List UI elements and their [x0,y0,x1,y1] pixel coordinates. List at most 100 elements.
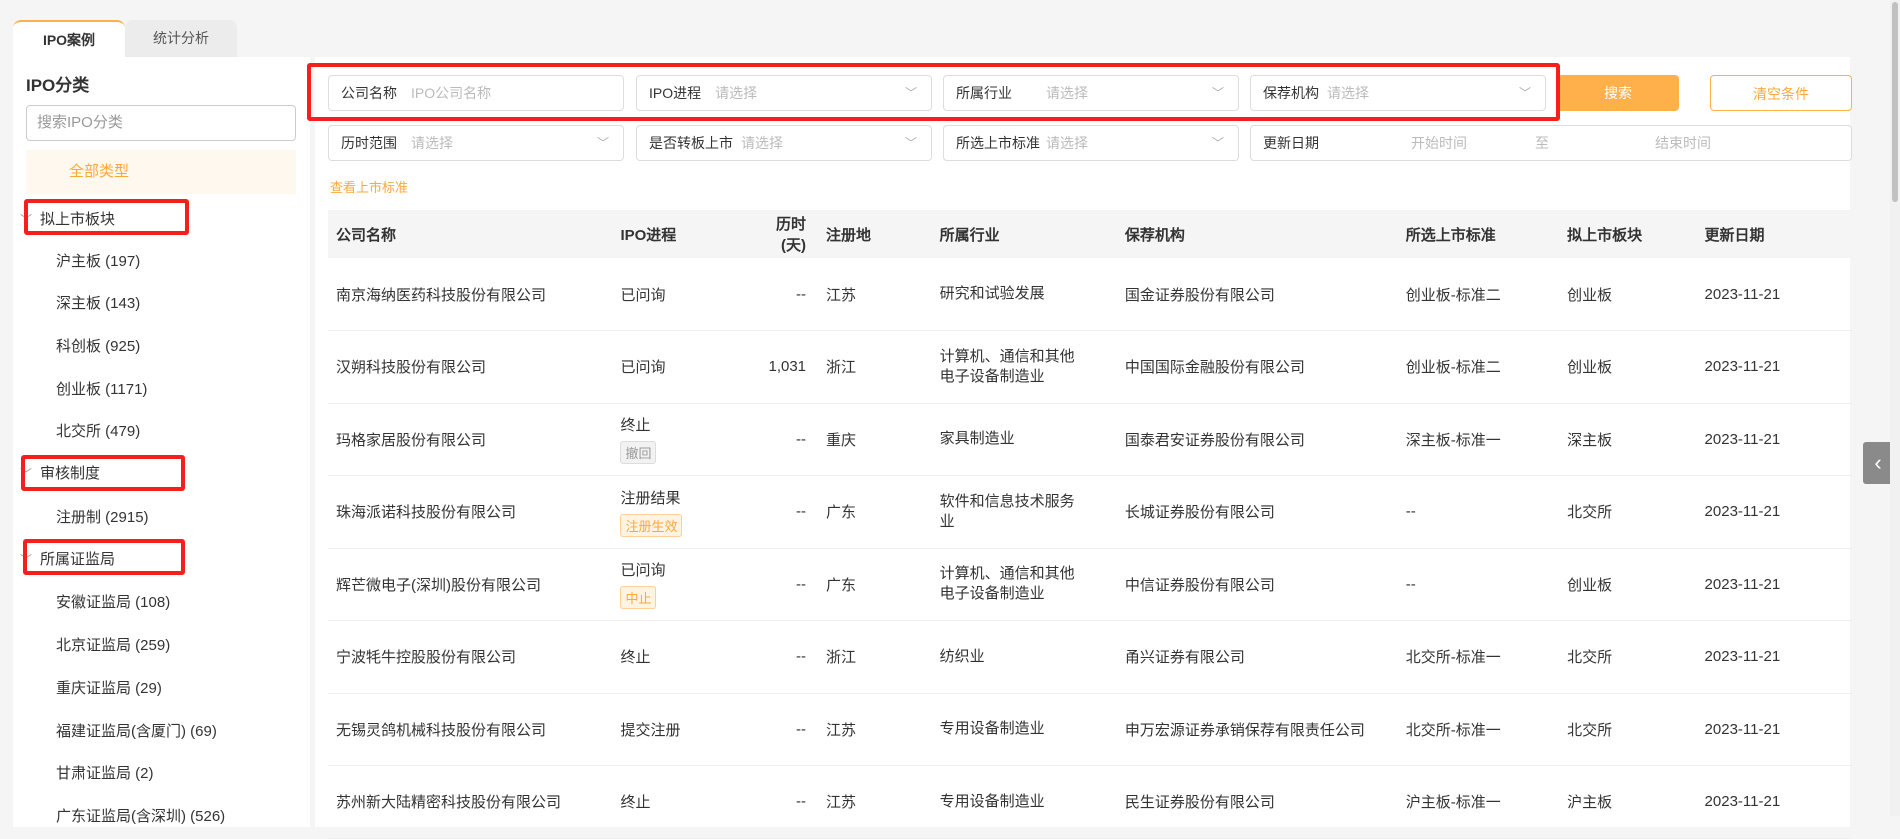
field-placeholder: 请选择 [1046,85,1088,101]
column-header: 历时(天) [743,210,819,258]
cell-standard: 沪主板-标准一 [1397,765,1560,839]
sidebar-item[interactable]: 福建证监局(含厦门) (69) [56,720,217,741]
industry-select[interactable]: 所属行业 请选择 ﹀ [943,75,1239,111]
cell-industry: 纺织业 [931,620,1117,694]
progress-text: 已问询 [620,359,666,377]
cell-days: -- [743,548,819,621]
cell-name[interactable]: 辉芒微电子(深圳)股份有限公司 [328,548,613,621]
start-date-input[interactable]: 开始时间 [1411,126,1467,160]
table-header: 公司名称 IPO进程 历时(天) 注册地 所属行业 保荐机构 所选上市标准 拟上市板块 更新日期 [328,210,1852,258]
sidebar-item[interactable]: 创业板 (1171) [56,378,147,399]
duration-select[interactable]: 历时范围 请选择 ﹀ [328,125,624,161]
table-row[interactable]: 宁波牦牛控股股份有限公司 终止 -- 浙江 纺织业 甬兴证券有限公司 北交所-标准一 北交所 2… [328,620,1852,694]
cell-board: 创业板 [1559,330,1697,404]
cell-name[interactable]: 无锡灵鸽机械科技股份有限公司 [328,693,613,766]
cell-industry: 专用设备制造业 [931,693,1117,766]
date-separator: 至 [1535,135,1549,151]
group-label: 所属证监局 [40,551,116,568]
cell-standard: 北交所-标准一 [1397,693,1560,766]
group-label: 审核制度 [40,465,101,482]
cell-name[interactable]: 玛格家居股份有限公司 [328,403,613,476]
cell-progress: 已问询 [612,258,744,331]
sidebar-item[interactable]: 北交所 (479) [56,420,140,441]
sponsor-select[interactable]: 保荐机构 请选择 ﹀ [1250,75,1546,111]
table-row[interactable]: 玛格家居股份有限公司 终止 撤回 -- 重庆 家具制造业 国泰君安证券股份有限公司 深主板-标… [328,403,1852,476]
category-search-input[interactable]: 搜索IPO分类 [26,105,296,141]
progress-text: 已问询 [620,562,666,580]
cell-sponsor: 民生证券股份有限公司 [1116,765,1398,839]
cell-progress: 终止 [612,620,744,694]
sidebar-item[interactable]: 沪主板 (197) [56,250,140,271]
cell-standard: 深主板-标准一 [1397,403,1560,476]
collapse-panel-button[interactable]: ‹ [1863,442,1893,484]
cell-days: -- [743,258,819,331]
cell-region: 重庆 [818,403,932,476]
industry-text: 专用设备制造业 [939,720,1045,738]
scrollbar-thumb[interactable] [1892,2,1898,202]
search-button[interactable]: 搜索 [1557,75,1679,111]
ipo-progress-select[interactable]: IPO进程 请选择 ﹀ [636,75,932,111]
clear-filters-button[interactable]: 清空条件 [1710,75,1852,111]
end-date-input[interactable]: 结束时间 [1655,126,1711,160]
column-header: IPO进程 [612,210,744,258]
cell-name[interactable]: 宁波牦牛控股股份有限公司 [328,620,613,694]
table-row[interactable]: 无锡灵鸽机械科技股份有限公司 提交注册 -- 江苏 专用设备制造业 申万宏源证券承销保荐有… [328,693,1852,766]
cell-days: 1,031 [743,330,819,404]
sidebar-item[interactable]: 重庆证监局 (29) [56,677,162,698]
field-label: 所选上市标准 [956,135,1040,151]
column-header: 所属行业 [931,210,1117,258]
table-row[interactable]: 南京海纳医药科技股份有限公司 已问询 -- 江苏 研究和试验发展 国金证券股份有限公司 创业… [328,258,1852,331]
sidebar-group[interactable]: ﹀ 所属证监局 [20,548,115,569]
cell-days: -- [743,403,819,476]
company-name-input[interactable]: 公司名称 IPO公司名称 [328,75,624,111]
cell-board: 创业板 [1559,258,1697,331]
cell-standard: 创业板-标准二 [1397,258,1560,331]
status-badge: 撤回 [620,441,657,465]
cell-days: -- [743,620,819,694]
cell-region: 浙江 [818,620,932,694]
cell-board: 北交所 [1559,620,1697,694]
industry-text: 研究和试验发展 [939,285,1045,302]
column-header: 所选上市标准 [1397,210,1560,258]
cell-date: 2023-11-21 [1696,548,1852,621]
tab-statistics[interactable]: 统计分析 [125,20,237,57]
update-date-range[interactable]: 更新日期 开始时间 至 结束时间 [1250,125,1852,161]
column-header: 公司名称 [328,210,613,258]
status-badge: 注册生效 [620,513,683,537]
sidebar-group[interactable]: ﹀ 拟上市板块 [20,208,115,229]
table-row[interactable]: 苏州新大陆精密科技股份有限公司 终止 -- 江苏 专用设备制造业 民生证券股份有限公司 沪主… [328,765,1852,839]
progress-text: 提交注册 [620,721,681,739]
cell-sponsor: 国金证券股份有限公司 [1116,258,1398,331]
industry-text: 家具制造业 [939,430,1015,448]
table-row[interactable]: 汉朔科技股份有限公司 已问询 1,031 浙江 计算机、通信和其他电子设备制造业 中国国际… [328,330,1852,404]
cell-sponsor: 甬兴证券有限公司 [1116,620,1398,694]
cell-name[interactable]: 南京海纳医药科技股份有限公司 [328,258,613,331]
sidebar-item[interactable]: 甘肃证监局 (2) [56,762,154,783]
view-listing-standards-link[interactable]: 查看上市标准 [330,177,408,196]
cell-progress: 注册结果 注册生效 [612,475,744,549]
cell-name[interactable]: 珠海派诺科技股份有限公司 [328,475,613,549]
sidebar-item[interactable]: 安徽证监局 (108) [56,591,170,612]
cell-industry: 专用设备制造业 [931,765,1117,839]
cell-industry: 软件和信息技术服务业 [931,475,1117,549]
industry-text: 纺织业 [939,647,985,665]
cell-name[interactable]: 苏州新大陆精密科技股份有限公司 [328,765,613,839]
sidebar-item[interactable]: 科创板 (925) [56,335,140,356]
sidebar-item[interactable]: 北京证监局 (259) [56,634,170,655]
tab-ipo-cases[interactable]: IPO案例 [13,20,125,57]
scrollbar[interactable] [1890,0,1900,816]
cell-industry: 计算机、通信和其他电子设备制造业 [931,548,1117,621]
sidebar-group[interactable]: ﹀ 审核制度 [20,462,100,483]
sidebar-item[interactable]: 注册制 (2915) [56,506,149,527]
table-row[interactable]: 辉芒微电子(深圳)股份有限公司 已问询 中止 -- 广东 计算机、通信和其他电子设备制造业… [328,548,1852,621]
sidebar-item[interactable]: 深主板 (143) [56,292,140,313]
cell-name[interactable]: 汉朔科技股份有限公司 [328,330,613,404]
transfer-listing-select[interactable]: 是否转板上市 请选择 ﹀ [636,125,932,161]
table-row[interactable]: 珠海派诺科技股份有限公司 注册结果 注册生效 -- 广东 软件和信息技术服务业 长城证券股份… [328,475,1852,549]
sidebar-item-all[interactable]: 全部类型 [26,150,296,194]
cell-progress: 终止 撤回 [612,403,744,476]
listing-standard-select[interactable]: 所选上市标准 请选择 ﹀ [943,125,1239,161]
cell-region: 广东 [818,548,932,621]
industry-text: 专用设备制造业 [939,792,1045,810]
chevron-down-icon: ﹀ [904,136,917,150]
